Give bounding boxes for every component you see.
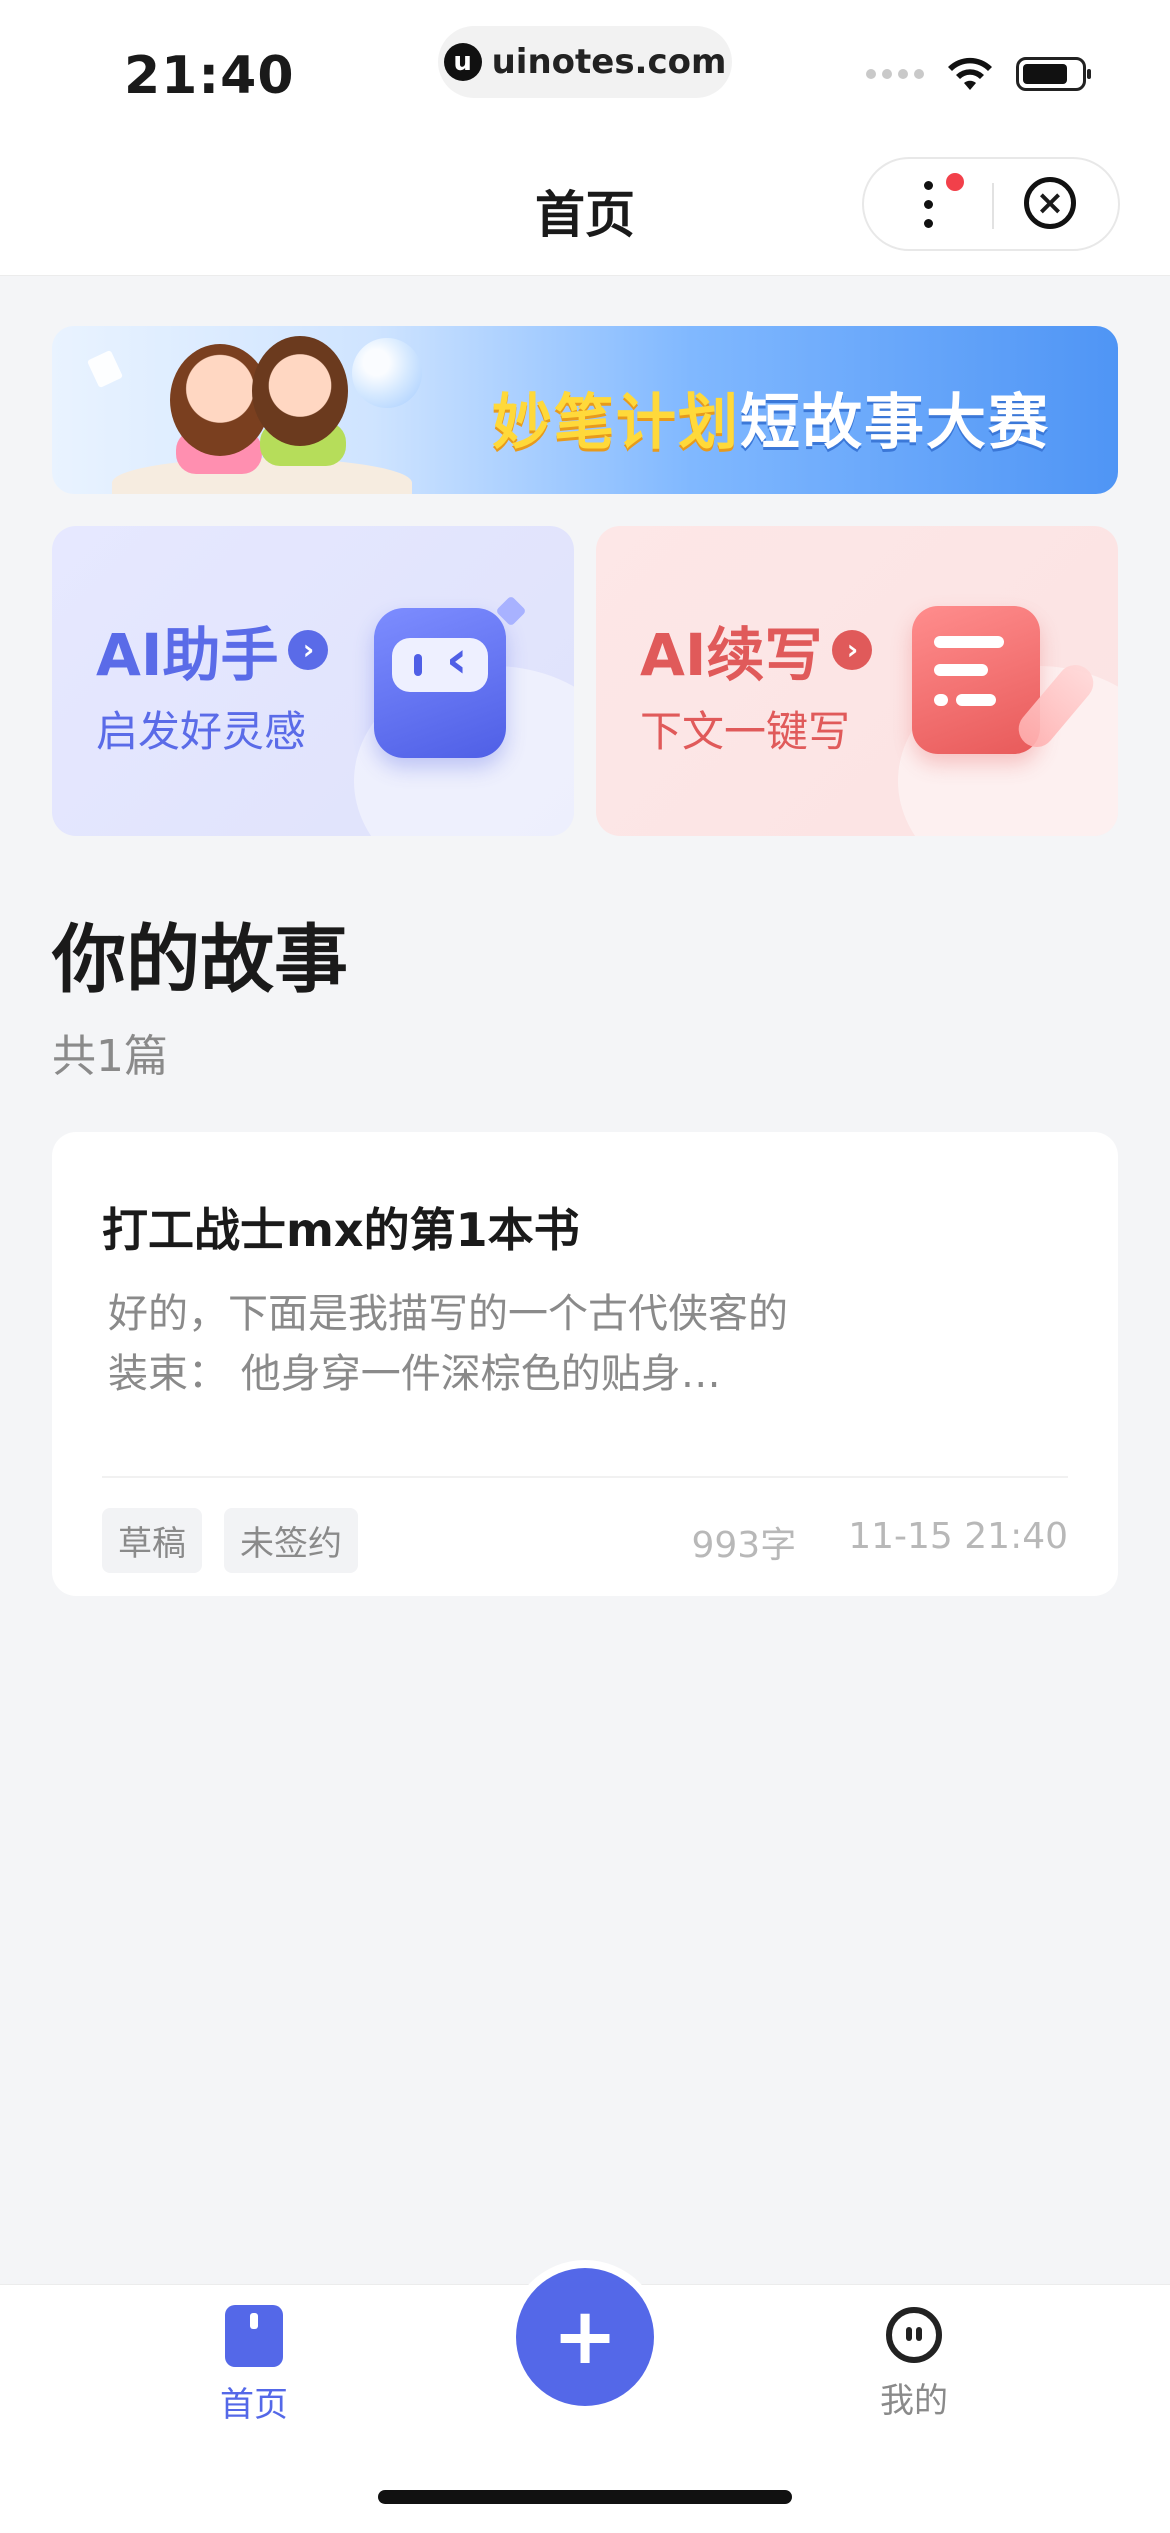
story-tags: 草稿 未签约 <box>102 1508 358 1573</box>
profile-icon <box>886 2307 942 2363</box>
banner-title-main: 短故事大赛 <box>740 388 1050 458</box>
tab-mine[interactable]: 我的 <box>824 2305 1004 2422</box>
story-meta: 993字 11-15 21:40 <box>691 1516 1068 1568</box>
signal-icon <box>866 69 924 79</box>
paper-decoration <box>86 349 124 389</box>
battery-icon <box>1016 57 1091 91</box>
story-count: 共1篇 <box>52 1031 168 1082</box>
ai-continue-title: AI续写 › <box>640 608 873 692</box>
status-badge-draft: 草稿 <box>102 1508 202 1573</box>
status-time: 21:40 <box>124 46 295 106</box>
section-title: 你的故事 <box>52 917 348 1003</box>
banner-title-highlight: 妙笔计划 <box>492 388 740 458</box>
nav-bar: 首页 × <box>0 135 1170 276</box>
close-icon[interactable]: × <box>1024 177 1076 229</box>
story-excerpt: 好的，下面是我描写的一个古代侠客的装束： 他身穿一件深棕色的贴身… <box>108 1291 788 1397</box>
divider <box>102 1476 1068 1478</box>
robot-icon <box>374 595 527 758</box>
capsule-divider <box>992 183 994 229</box>
ai-assistant-card[interactable]: AI助手 › 启发好灵感 <box>52 526 574 836</box>
chevron-right-icon: › <box>832 630 873 670</box>
tab-home-label: 首页 <box>220 2385 288 2425</box>
bubble-decoration <box>352 338 422 408</box>
contest-banner[interactable]: 妙笔计划短故事大赛 <box>52 326 1118 494</box>
add-story-button[interactable]: + <box>508 2260 662 2414</box>
ai-assistant-title: AI助手 › <box>96 608 329 692</box>
wifi-icon <box>948 57 992 90</box>
story-title: 打工战士mx的第1本书 <box>102 1203 580 1257</box>
banner-title: 妙笔计划短故事大赛 <box>492 374 1050 461</box>
more-icon[interactable] <box>922 181 934 231</box>
tab-home[interactable]: 首页 <box>164 2305 344 2426</box>
tab-mine-label: 我的 <box>880 2381 948 2421</box>
home-indicator <box>378 2490 792 2504</box>
ai-continue-card[interactable]: AI续写 › 下文一键写 <box>596 526 1118 836</box>
robot-face <box>392 630 488 692</box>
story-card[interactable]: 打工战士mx的第1本书 好的，下面是我描写的一个古代侠客的装束： 他身穿一件深棕… <box>52 1132 1118 1596</box>
sparkle-decoration <box>495 595 527 627</box>
status-badge-unsigned: 未签约 <box>224 1508 358 1573</box>
story-timestamp: 11-15 21:40 <box>848 1516 1068 1557</box>
word-count: 993字 <box>691 1525 797 1566</box>
plus-icon: + <box>516 2268 654 2406</box>
url-text: uinotes.com <box>491 42 727 82</box>
kid-boy-illustration <box>252 336 348 446</box>
ai-assistant-subtitle: 启发好灵感 <box>96 707 307 756</box>
site-logo-icon: u <box>443 43 482 81</box>
book-illustration <box>112 458 412 494</box>
notepad-pen-icon <box>912 606 1101 755</box>
ai-continue-subtitle: 下文一键写 <box>640 707 851 756</box>
notification-dot <box>946 173 964 191</box>
miniprogram-capsule: × <box>862 157 1120 251</box>
home-icon <box>225 2305 283 2367</box>
ai-continue-title-text: AI续写 <box>640 621 823 689</box>
ai-assistant-title-text: AI助手 <box>96 621 279 689</box>
chevron-right-icon: › <box>288 630 329 670</box>
status-indicators <box>866 56 1091 92</box>
status-bar: 21:40 u uinotes.com <box>0 0 1170 135</box>
url-pill[interactable]: u uinotes.com <box>438 26 732 98</box>
